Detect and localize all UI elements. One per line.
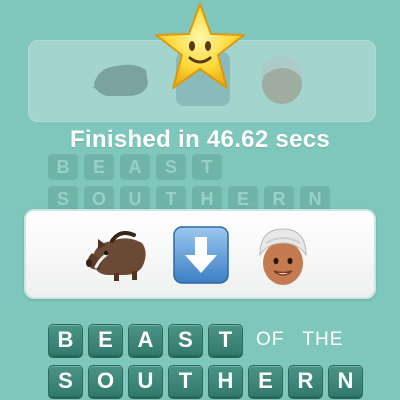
- emoji-clue-card: [24, 209, 376, 299]
- background-turban-icon: [254, 50, 310, 115]
- answer-letter-tile[interactable]: O: [88, 365, 123, 397]
- background-tile: S: [156, 154, 186, 180]
- game-screen: B E A S T S O U T H E R N Finished in 46…: [0, 0, 400, 400]
- answer-row-2: S O U T H E R N: [48, 365, 368, 397]
- tile-letter: S: [58, 368, 73, 393]
- tile-letter: S: [178, 327, 193, 352]
- answer-letter-tile[interactable]: T: [208, 324, 243, 356]
- tile-letter: E: [258, 368, 273, 393]
- tile-letter: A: [137, 327, 154, 352]
- answer-letter-tile[interactable]: E: [88, 324, 123, 356]
- man-with-turban-icon: [254, 223, 312, 292]
- tile-letter: E: [98, 327, 113, 352]
- answer-letter-tile[interactable]: A: [128, 324, 163, 356]
- tile-letter: N: [337, 368, 354, 393]
- tile-letter: B: [57, 327, 74, 352]
- boar-icon: [84, 225, 150, 290]
- tile-letter: R: [297, 368, 314, 393]
- answer-row-1: B E A S T OF THE: [48, 324, 353, 356]
- smiling-star-icon: [152, 0, 248, 96]
- tile-letter: U: [137, 368, 154, 393]
- answer-word-of: OF: [256, 329, 285, 350]
- background-tile: B: [48, 154, 78, 180]
- background-tile: T: [192, 154, 222, 180]
- finished-time-label: Finished in 46.62 secs: [69, 126, 331, 153]
- tile-letter: T: [178, 368, 193, 393]
- background-answer-row-1: B E A S T: [48, 154, 358, 180]
- answer-letter-tile[interactable]: S: [48, 365, 83, 397]
- answer-letter-tile[interactable]: U: [128, 365, 163, 397]
- answer-letter-tile[interactable]: B: [48, 324, 83, 356]
- down-arrow-icon: [172, 225, 230, 290]
- answer-word-the: THE: [302, 329, 344, 350]
- answer-letter-tile[interactable]: H: [208, 365, 243, 397]
- answer-letter-tile[interactable]: R: [288, 365, 323, 397]
- background-tile: A: [120, 154, 150, 180]
- tile-letter: H: [217, 368, 234, 393]
- answer-letter-tile[interactable]: E: [248, 365, 283, 397]
- tile-letter: O: [96, 368, 115, 393]
- answer-letter-tile[interactable]: N: [328, 365, 363, 397]
- answer-letter-tile[interactable]: S: [168, 324, 203, 356]
- background-tile: E: [84, 154, 114, 180]
- tile-letter: T: [218, 327, 233, 352]
- answer-letter-tile[interactable]: T: [168, 365, 203, 397]
- background-boar-icon: [88, 50, 154, 111]
